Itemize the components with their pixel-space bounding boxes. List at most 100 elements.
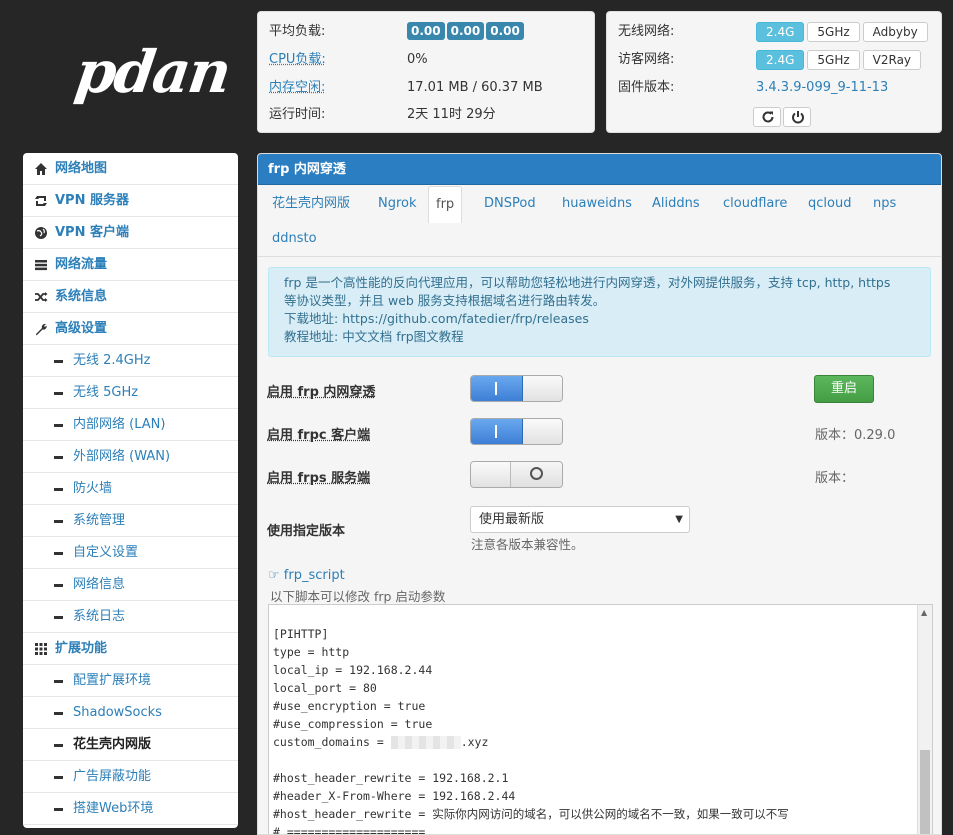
- tutorial-label: 教程地址:: [284, 329, 343, 344]
- sidebar-item-vpn-client[interactable]: VPN 客户端: [23, 217, 238, 249]
- sidebar-item-traffic[interactable]: 网络流量: [23, 249, 238, 281]
- tab-ngrok[interactable]: Ngrok: [371, 186, 424, 222]
- tab-dnspod[interactable]: DNSPod: [477, 186, 543, 222]
- tutorial-link-guide[interactable]: frp图文教程: [396, 329, 463, 344]
- toggle-knob: [523, 419, 562, 444]
- tab-huaweidns[interactable]: huaweidns: [555, 186, 639, 222]
- code-line: custom_domains =: [273, 735, 391, 749]
- version-select-value: 使用最新版: [479, 512, 545, 527]
- sidebar-item-extensions[interactable]: 扩展功能: [23, 633, 238, 665]
- sidebar-item-advanced[interactable]: 高级设置: [23, 313, 238, 345]
- sidebar-item-shadowsocks[interactable]: ShadowSocks: [23, 697, 238, 729]
- sidebar-item-wan[interactable]: 外部网络 (WAN): [23, 441, 238, 473]
- v2ray-button[interactable]: V2Ray: [862, 50, 922, 70]
- sidebar-item-system-info[interactable]: 系统信息: [23, 281, 238, 313]
- reboot-button[interactable]: [753, 107, 781, 127]
- sidebar-item-adblock[interactable]: 广告屏蔽功能: [23, 761, 238, 793]
- sidebar-item-label: 无线 2.4GHz: [73, 353, 151, 368]
- tab-cloudflare[interactable]: cloudflare: [716, 186, 794, 222]
- dash-icon: [54, 552, 63, 555]
- wireless-5ghz-button[interactable]: 5GHz: [807, 22, 860, 42]
- network-status-panel: 无线网络: 2.4G 5GHz Adbyby 访客网络: 2.4G 5GHz V2Ray…: [606, 11, 942, 133]
- guest-24g-button[interactable]: 2.4G: [756, 50, 805, 70]
- scrollbar-thumb[interactable]: [920, 750, 930, 834]
- frpc-version: 版本：0.29.0: [815, 428, 896, 443]
- sidebar-item-web-env[interactable]: 搭建Web环境: [23, 793, 238, 825]
- code-line: #use_encryption = true: [273, 699, 426, 713]
- cpu-label-link[interactable]: CPU负载:: [269, 50, 399, 70]
- info-line-1: frp 是一个高性能的反向代理应用，可以帮助您轻松地进行内网穿透，对外网提供服务…: [284, 275, 891, 290]
- tutorial-link-docs[interactable]: 中文文档: [342, 329, 392, 344]
- enable-frps-toggle[interactable]: [470, 461, 563, 488]
- load-label: 平均负载:: [269, 24, 326, 39]
- dash-icon: [54, 584, 63, 587]
- tab-nps[interactable]: nps: [866, 186, 903, 222]
- download-link[interactable]: https://github.com/fatedier/frp/releases: [342, 311, 589, 326]
- script-editor[interactable]: [PIHTTP] type = http local_ip = 192.168.…: [268, 604, 933, 835]
- toggle-off-part: [511, 462, 562, 487]
- code-line: # ====================: [273, 825, 426, 835]
- sidebar-item-label: 高级设置: [55, 321, 108, 336]
- sidebar-item-label: 花生壳内网版: [73, 737, 152, 752]
- logo-text: pdan: [71, 38, 234, 106]
- dash-icon: [54, 520, 63, 523]
- sidebar-item-syslog[interactable]: 系统日志: [23, 601, 238, 633]
- guest-5ghz-button[interactable]: 5GHz: [807, 50, 860, 70]
- code-line: local_port = 80: [273, 681, 377, 695]
- scroll-up-icon[interactable]: ▲: [921, 608, 927, 617]
- sidebar-item-label: 自定义设置: [73, 545, 139, 560]
- scrollbar[interactable]: ▲: [917, 605, 932, 834]
- wireless-24g-button[interactable]: 2.4G: [756, 22, 805, 42]
- sidebar-item-label: 系统信息: [55, 289, 108, 304]
- shutdown-button[interactable]: [783, 107, 811, 127]
- tab-aliddns[interactable]: Aliddns: [645, 186, 707, 222]
- restart-button[interactable]: 重启: [814, 375, 874, 403]
- mem-value: 17.01 MB / 60.37 MB: [407, 80, 543, 95]
- mem-label-link[interactable]: 内存空闲:: [269, 78, 399, 98]
- script-title[interactable]: ☞ frp_script: [268, 568, 345, 583]
- sidebar-item-label: 网络流量: [55, 257, 108, 272]
- logo: pdan: [71, 38, 233, 108]
- sidebar-item-ext-env[interactable]: 配置扩展环境: [23, 665, 238, 697]
- page-title: frp 内网穿透: [258, 154, 941, 185]
- power-icon: [792, 111, 804, 124]
- sidebar-item-label: 配置扩展环境: [73, 673, 152, 688]
- sidebar-item-label: ShadowSocks: [73, 705, 162, 720]
- tab-frp[interactable]: frp: [428, 186, 463, 223]
- firmware-label: 固件版本:: [618, 80, 675, 95]
- frps-version: 版本：: [815, 471, 855, 486]
- domain-suffix: .xyz: [460, 735, 489, 749]
- sidebar-nav: 网络地图 VPN 服务器 VPN 客户端 网络流量 系统信息 高级设置 无线 2…: [23, 153, 238, 828]
- firmware-version-link[interactable]: 3.4.3.9-099_9-11-13: [756, 78, 888, 98]
- script-content: [PIHTTP] type = http local_ip = 192.168.…: [273, 625, 789, 835]
- sidebar-item-wireless-24[interactable]: 无线 2.4GHz: [23, 345, 238, 377]
- dash-icon: [54, 744, 63, 747]
- sidebar-item-network-map[interactable]: 网络地图: [23, 153, 238, 185]
- sidebar-item-lan[interactable]: 内部网络 (LAN): [23, 409, 238, 441]
- enable-frpc-toggle[interactable]: [470, 418, 563, 445]
- sidebar-item-oray[interactable]: 花生壳内网版: [23, 729, 238, 761]
- sidebar-item-wireless-5[interactable]: 无线 5GHz: [23, 377, 238, 409]
- dash-icon: [54, 456, 63, 459]
- sidebar-item-admin[interactable]: 系统管理: [23, 505, 238, 537]
- code-line: type = http: [273, 645, 350, 659]
- sidebar-item-firewall[interactable]: 防火墙: [23, 473, 238, 505]
- adbyby-button[interactable]: Adbyby: [862, 22, 928, 42]
- info-box: frp 是一个高性能的反向代理应用，可以帮助您轻松地进行内网穿透，对外网提供服务…: [268, 267, 931, 357]
- tab-qcloud[interactable]: qcloud: [801, 186, 858, 222]
- sidebar-item-custom[interactable]: 自定义设置: [23, 537, 238, 569]
- enable-frp-label-text: 启用 frp 内网穿透: [267, 385, 376, 400]
- enable-frp-label: 启用 frp 内网穿透: [267, 381, 375, 400]
- tab-ddnsto[interactable]: ddnsto: [265, 221, 324, 257]
- load-values: 0.00 0.00 0.00: [407, 22, 526, 42]
- tab-oray[interactable]: 花生壳内网版: [265, 186, 357, 222]
- sidebar-item-net-info[interactable]: 网络信息: [23, 569, 238, 601]
- version-select[interactable]: 使用最新版 ▼: [470, 506, 690, 533]
- list-icon: [35, 260, 47, 271]
- dash-icon: [54, 392, 63, 395]
- enable-frp-toggle[interactable]: [470, 375, 563, 402]
- toggle-knob: [471, 462, 511, 487]
- code-line: [PIHTTP]: [273, 627, 329, 641]
- code-line: #use_compression = true: [273, 717, 433, 731]
- sidebar-item-vpn-server[interactable]: VPN 服务器: [23, 185, 238, 217]
